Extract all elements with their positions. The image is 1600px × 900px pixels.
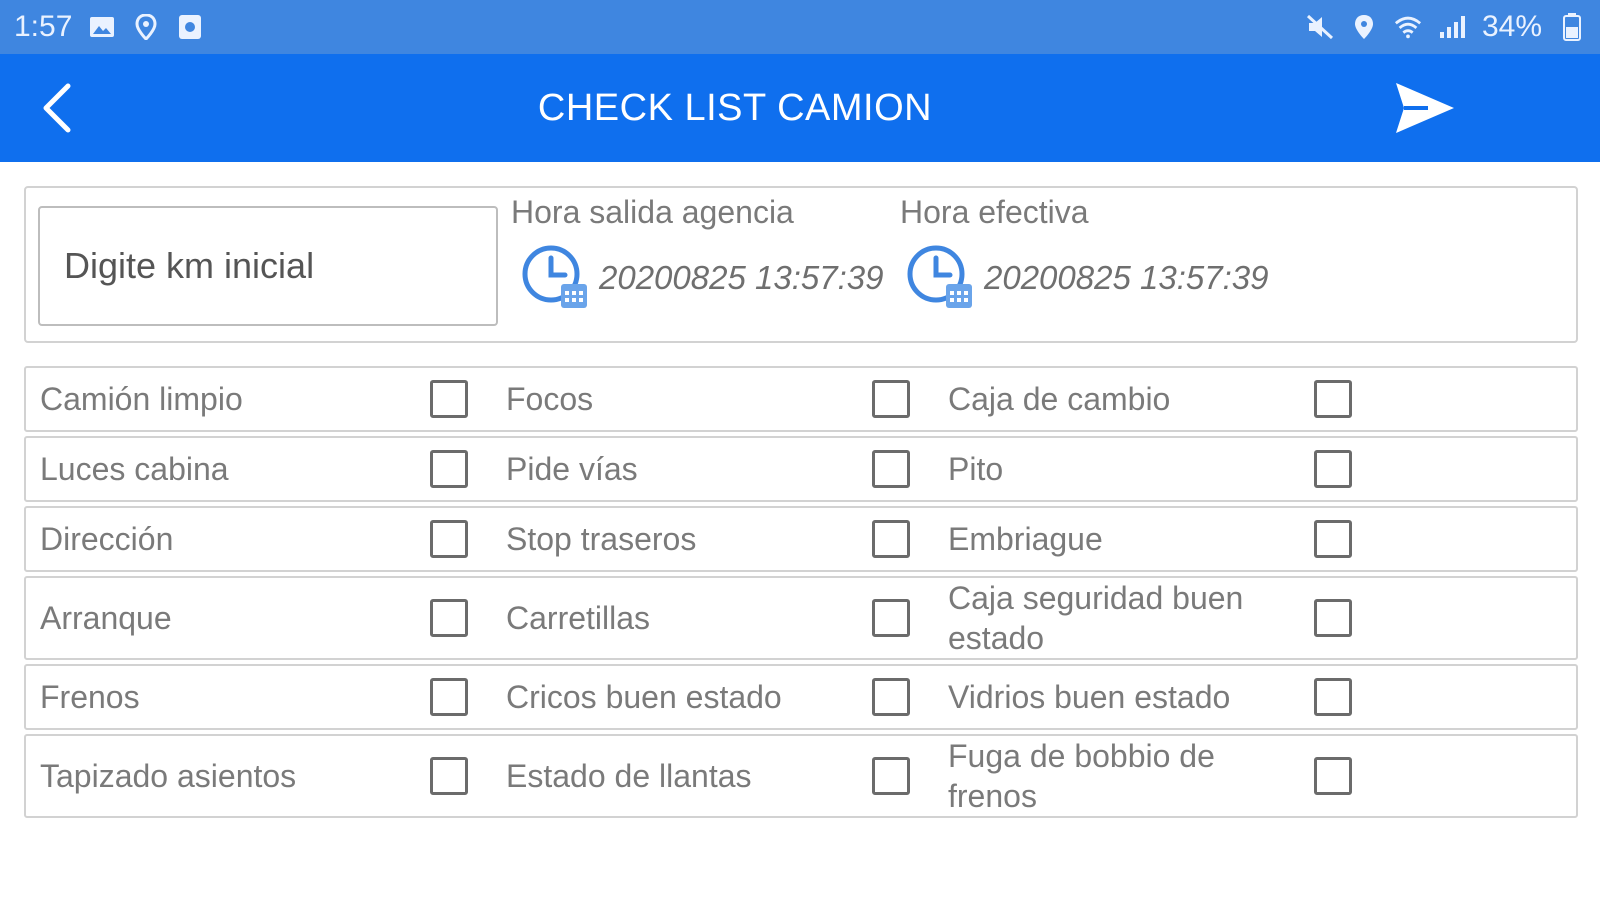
check-caja-seguridad-checkbox[interactable] xyxy=(1314,599,1352,637)
back-arrow-icon xyxy=(43,83,71,133)
check-direccion-checkbox[interactable] xyxy=(430,520,468,558)
battery-icon xyxy=(1558,13,1586,41)
check-label: Vidrios buen estado xyxy=(948,679,1231,715)
location-icon xyxy=(1350,13,1378,41)
check-label: Estado de llantas xyxy=(506,758,752,794)
back-button[interactable] xyxy=(26,78,86,138)
check-label: Frenos xyxy=(40,679,140,715)
clock-calendar-icon xyxy=(907,245,972,308)
departure-time-label: Hora salida agencia xyxy=(511,194,794,230)
effective-time-value: 20200825 13:57:39 xyxy=(984,259,1269,296)
checklist-row: Camión limpio Focos Caja de cambio xyxy=(24,366,1578,432)
check-luces-cabina-checkbox[interactable] xyxy=(430,450,468,488)
checklist-row: Frenos Cricos buen estado Vidrios buen e… xyxy=(24,664,1578,730)
check-label: Camión limpio xyxy=(40,381,243,417)
check-label: Carretillas xyxy=(506,600,651,636)
notification-icon xyxy=(176,13,204,41)
checklist-row: Arranque Carretillas Caja seguridad buen… xyxy=(24,576,1578,660)
effective-clock-button[interactable] xyxy=(906,244,974,312)
check-carretillas-checkbox[interactable] xyxy=(872,599,910,637)
check-label: Caja de cambio xyxy=(948,381,1171,417)
clock-calendar-icon xyxy=(522,245,587,308)
status-time: 1:57 xyxy=(14,10,73,43)
checklist-row: Luces cabina Pide vías Pito xyxy=(24,436,1578,502)
check-label: Stop traseros xyxy=(506,521,697,557)
check-cricos-checkbox[interactable] xyxy=(872,678,910,716)
check-label: Focos xyxy=(506,381,594,417)
check-fuga-bobbio-frenos-checkbox[interactable] xyxy=(1314,757,1352,795)
check-caja-de-cambio-checkbox[interactable] xyxy=(1314,380,1352,418)
page-title: CHECK LIST CAMION xyxy=(537,87,933,129)
check-label: Pito xyxy=(948,451,1004,487)
app-bar: CHECK LIST CAMION xyxy=(0,54,1600,162)
check-label: Fuga de bobbio de frenos xyxy=(948,738,1215,814)
wifi-icon xyxy=(1394,13,1422,41)
signal-icon xyxy=(1438,13,1466,41)
send-button[interactable] xyxy=(1390,76,1460,140)
check-frenos-checkbox[interactable] xyxy=(430,678,468,716)
location-icon xyxy=(132,13,160,41)
checklist-row: Tapizado asientos Estado de llantas Fuga… xyxy=(24,734,1578,818)
checklist: Camión limpio Focos Caja de cambio Luces… xyxy=(24,366,1578,822)
effective-time-label: Hora efectiva xyxy=(900,194,1089,230)
effective-time-row: 20200825 13:57:39 xyxy=(906,244,1268,312)
check-focos-checkbox[interactable] xyxy=(872,380,910,418)
check-pide-vias-checkbox[interactable] xyxy=(872,450,910,488)
check-label: Luces cabina xyxy=(40,451,229,487)
status-left: 1:57 xyxy=(14,10,204,44)
check-vidrios-checkbox[interactable] xyxy=(1314,678,1352,716)
check-embriague-checkbox[interactable] xyxy=(1314,520,1352,558)
check-label: Dirección xyxy=(40,521,174,557)
check-camion-limpio-checkbox[interactable] xyxy=(430,380,468,418)
mute-icon xyxy=(1306,13,1334,41)
check-label: Cricos buen estado xyxy=(506,679,782,715)
check-stop-traseros-checkbox[interactable] xyxy=(872,520,910,558)
departure-time-row: 20200825 13:57:39 xyxy=(521,244,883,312)
km-initial-input[interactable] xyxy=(38,206,498,326)
battery-percent: 34% xyxy=(1481,10,1542,43)
departure-time-value: 20200825 13:57:39 xyxy=(599,259,884,296)
check-label: Embriague xyxy=(948,521,1103,557)
checklist-row: Dirección Stop traseros Embriague xyxy=(24,506,1578,572)
check-label: Tapizado asientos xyxy=(40,758,297,794)
image-icon xyxy=(88,13,116,41)
departure-clock-button[interactable] xyxy=(521,244,589,312)
check-estado-llantas-checkbox[interactable] xyxy=(872,757,910,795)
send-icon xyxy=(1396,83,1454,133)
check-label: Arranque xyxy=(40,600,172,636)
status-bar: 1:57 34% xyxy=(0,0,1600,54)
header-card: Hora salida agencia 20200825 13:57:39 Ho… xyxy=(24,186,1578,343)
check-label: Pide vías xyxy=(506,451,638,487)
check-label: Caja seguridad buen estado xyxy=(948,580,1244,656)
check-arranque-checkbox[interactable] xyxy=(430,599,468,637)
check-tapizado-asientos-checkbox[interactable] xyxy=(430,757,468,795)
status-right: 34% xyxy=(1306,10,1586,44)
check-pito-checkbox[interactable] xyxy=(1314,450,1352,488)
